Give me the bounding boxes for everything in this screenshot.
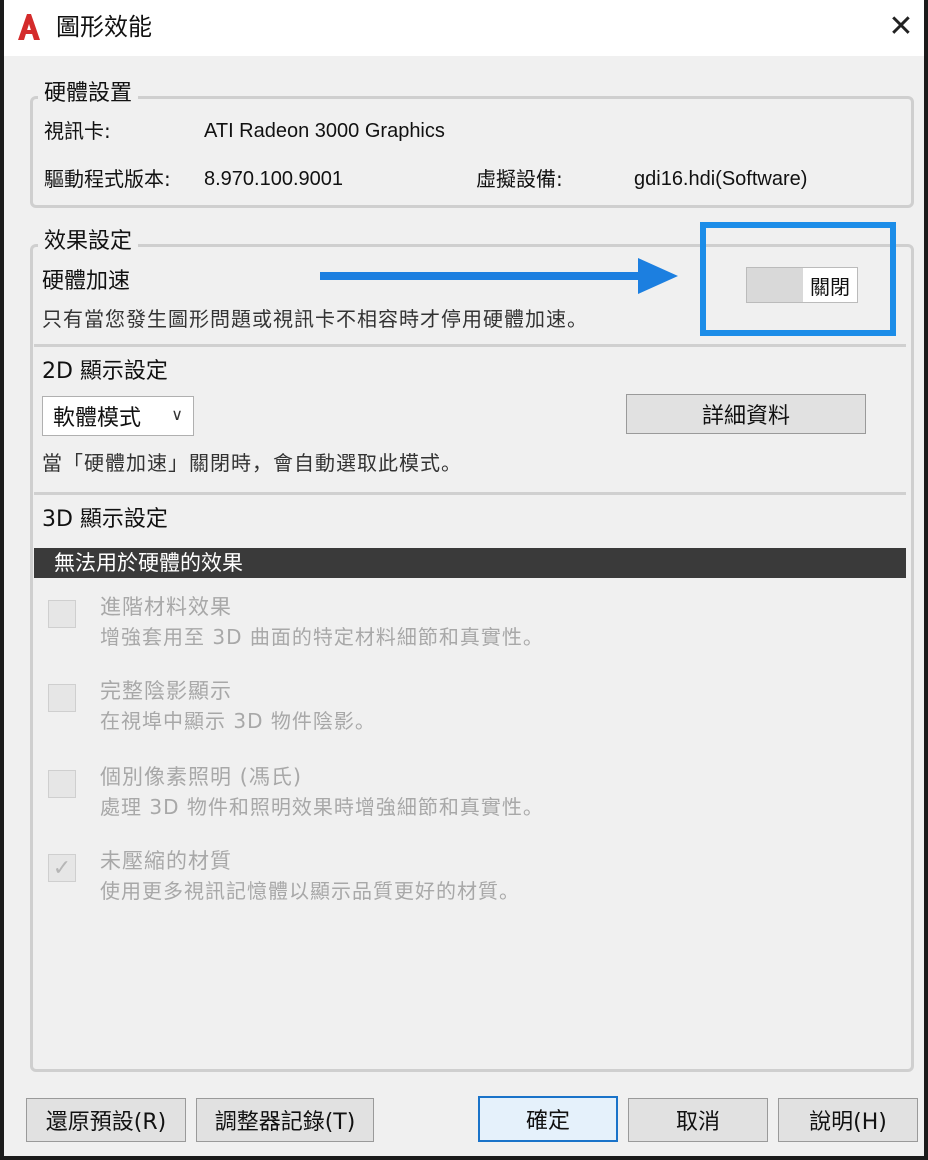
option-checkbox-0[interactable] xyxy=(48,600,76,628)
display-3d-title: 3D 顯示設定 xyxy=(42,507,168,532)
help-button[interactable]: 說明(H) xyxy=(778,1098,918,1142)
window-frame-left xyxy=(0,0,4,1160)
option-checkbox-1[interactable] xyxy=(48,684,76,712)
option-checkbox-3[interactable]: ✓ xyxy=(48,854,76,882)
toggle-track xyxy=(747,268,803,302)
restore-defaults-button[interactable]: 還原預設(R) xyxy=(26,1098,186,1142)
chevron-down-icon: ∨ xyxy=(171,405,183,424)
display-2d-title: 2D 顯示設定 xyxy=(42,359,168,384)
virtual-device-value: gdi16.hdi(Software) xyxy=(634,168,808,190)
title-bar: 圖形效能 ✕ xyxy=(4,0,924,56)
arrow-annotation-icon xyxy=(320,258,678,294)
option-title-0: 進階材料效果 xyxy=(100,595,232,619)
display-mode-select[interactable]: 軟體模式 ∨ xyxy=(42,396,194,436)
video-card-label: 視訊卡: xyxy=(44,119,111,143)
ok-button[interactable]: 確定 xyxy=(478,1096,618,1142)
window-title: 圖形效能 xyxy=(56,13,152,41)
display-2d-desc: 當「硬體加速」關閉時，會自動選取此模式。 xyxy=(42,451,462,475)
window-frame-bottom xyxy=(0,1156,928,1160)
hardware-acceleration-title: 硬體加速 xyxy=(42,269,131,294)
cancel-button[interactable]: 取消 xyxy=(628,1098,768,1142)
option-title-1: 完整陰影顯示 xyxy=(100,679,232,703)
details-button[interactable]: 詳細資料 xyxy=(626,394,866,434)
option-desc-2: 處理 3D 物件和照明效果時增強細節和真實性。 xyxy=(100,795,544,819)
video-card-value: ATI Radeon 3000 Graphics xyxy=(204,120,445,142)
option-title-3: 未壓縮的材質 xyxy=(100,849,232,873)
driver-version-label: 驅動程式版本: xyxy=(44,167,171,191)
option-desc-3: 使用更多視訊記憶體以顯示品質更好的材質。 xyxy=(100,879,520,903)
close-button[interactable]: ✕ xyxy=(878,0,924,52)
window-frame-right xyxy=(924,0,928,1160)
driver-version-value: 8.970.100.9001 xyxy=(204,168,344,190)
hardware-acceleration-toggle[interactable]: 關閉 xyxy=(746,267,858,303)
hardware-acceleration-desc: 只有當您發生圖形問題或視訊卡不相容時才停用硬體加速。 xyxy=(42,307,588,331)
option-desc-0: 增強套用至 3D 曲面的特定材料細節和真實性。 xyxy=(100,625,544,649)
virtual-device-label: 虛擬設備: xyxy=(476,167,563,191)
option-desc-1: 在視埠中顯示 3D 物件陰影。 xyxy=(100,709,376,733)
effects-legend: 效果設定 xyxy=(38,228,139,256)
checkmark-icon: ✓ xyxy=(52,855,72,881)
autocad-a-icon xyxy=(18,14,40,40)
toggle-state-label: 關閉 xyxy=(810,274,850,299)
unavailable-effects-header: 無法用於硬體的效果 xyxy=(34,548,906,578)
tuner-log-button[interactable]: 調整器記錄(T) xyxy=(196,1098,374,1142)
hardware-legend: 硬體設置 xyxy=(38,80,139,108)
display-mode-value: 軟體模式 xyxy=(53,406,142,431)
option-checkbox-2[interactable] xyxy=(48,770,76,798)
divider-1 xyxy=(34,344,906,347)
option-title-2: 個別像素照明 (馮氏) xyxy=(100,765,303,789)
close-icon: ✕ xyxy=(888,8,914,44)
divider-2 xyxy=(34,492,906,495)
